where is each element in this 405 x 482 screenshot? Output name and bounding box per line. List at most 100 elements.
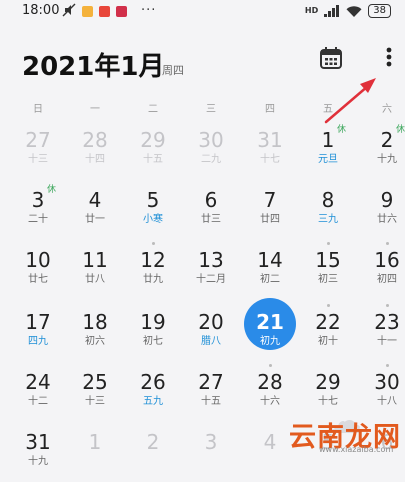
lunar-label: 初七 [143, 336, 163, 347]
status-time: 18:00 [22, 3, 60, 18]
day-cell[interactable]: 29 十五 [128, 128, 178, 180]
lunar-label: 五九 [143, 396, 163, 407]
lunar-label: 元旦 [318, 154, 338, 165]
day-cell[interactable]: 7 廿四 [245, 188, 295, 240]
lunar-label: 廿八 [85, 274, 105, 285]
day-cell[interactable]: 10 廿七 [13, 248, 63, 300]
event-dot-icon [386, 304, 389, 307]
day-number: 22 [315, 310, 341, 334]
day-cell[interactable]: 12 廿九 [128, 242, 178, 300]
lunar-label: 二九 [201, 154, 221, 165]
signal-icon [324, 2, 340, 21]
event-dot-icon [386, 364, 389, 367]
day-cell[interactable]: 8 三九 [303, 188, 353, 240]
day-cell[interactable]: 19 初七 [128, 310, 178, 362]
day-number: 1 [88, 430, 102, 454]
day-number: 13 [198, 248, 224, 272]
day-cell[interactable]: 16 初四 [362, 242, 405, 300]
day-number: 29 [315, 370, 341, 394]
day-number: 27 [198, 370, 224, 394]
battery-icon: 38 [368, 4, 391, 18]
day-cell[interactable]: 20 腊八 [186, 310, 236, 362]
lunar-label: 初十 [318, 336, 338, 347]
today-calendar-button[interactable] [318, 45, 344, 71]
watermark-url: www.xiazaiba.com [319, 445, 394, 454]
lunar-label: 十三 [28, 154, 48, 165]
day-number: 14 [257, 248, 283, 272]
day-cell[interactable]: 5 小寒 [128, 188, 178, 240]
day-number: 15 [315, 248, 341, 272]
more-notifications-icon: ··· [141, 3, 157, 18]
day-cell[interactable]: 9 廿六 [362, 188, 405, 240]
day-number: 7 [263, 188, 277, 212]
day-cell[interactable]: 30 二九 [186, 128, 236, 180]
day-cell[interactable]: 2 [128, 430, 178, 482]
weekday-header: 日一二三四五六 [0, 100, 405, 116]
more-options-button[interactable] [378, 44, 400, 70]
lunar-label: 廿七 [28, 274, 48, 285]
lunar-label: 初三 [318, 274, 338, 285]
month-title[interactable]: 2021年1月 [22, 46, 164, 83]
day-number: 28 [257, 370, 283, 394]
lunar-label: 十四 [85, 154, 105, 165]
network-type: HD [304, 6, 319, 15]
weekday-label: 六 [382, 104, 392, 115]
lunar-label: 廿六 [377, 214, 397, 225]
day-number: 21 [256, 310, 284, 334]
day-number: 24 [25, 370, 51, 394]
day-number: 2 [146, 430, 160, 454]
day-cell[interactable]: 25 十三 [70, 370, 120, 422]
event-dot-icon [386, 242, 389, 245]
weekday-label: 四 [265, 104, 275, 115]
day-cell[interactable]: 17 四九 [13, 310, 63, 362]
day-number: 16 [374, 248, 400, 272]
lunar-label: 十五 [201, 396, 221, 407]
day-cell[interactable]: 23 十一 [362, 304, 405, 362]
day-cell[interactable]: 15 初三 [303, 242, 353, 300]
lunar-label: 十二 [28, 396, 48, 407]
day-cell[interactable]: 31 十九 [13, 430, 63, 482]
lunar-label: 初四 [377, 274, 397, 285]
day-cell[interactable]: 1 [70, 430, 120, 482]
day-cell[interactable]: 2 十九休 [362, 125, 405, 180]
day-cell[interactable]: 3 [186, 430, 236, 482]
day-number: 5 [146, 188, 160, 212]
lunar-label: 初二 [260, 274, 280, 285]
day-number: 6 [204, 188, 218, 212]
day-cell[interactable]: 4 廿一 [70, 188, 120, 240]
day-cell[interactable]: 14 初二 [245, 248, 295, 300]
news-app-icon [99, 5, 110, 17]
lunar-label: 十七 [260, 154, 280, 165]
day-cell[interactable]: 28 十四 [70, 128, 120, 180]
day-cell[interactable]: 18 初六 [70, 310, 120, 362]
day-cell[interactable]: 27 十三 [13, 128, 63, 180]
lunar-label: 廿一 [85, 214, 105, 225]
day-cell[interactable]: 31 十七 [245, 128, 295, 180]
day-cell[interactable]: 22 初十 [303, 304, 353, 362]
day-cell[interactable]: 11 廿八 [70, 248, 120, 300]
day-cell-today[interactable]: 21 初九 [245, 310, 295, 362]
day-cell[interactable]: 27 十五 [186, 370, 236, 422]
lunar-label: 四九 [28, 336, 48, 347]
day-number: 9 [380, 188, 394, 212]
lunar-label: 十五 [143, 154, 163, 165]
day-number: 26 [140, 370, 166, 394]
lunar-label: 十九 [377, 154, 397, 165]
day-cell[interactable]: 1 元旦休 [303, 125, 353, 180]
day-cell[interactable]: 13 十二月 [186, 248, 236, 300]
event-dot-icon [327, 242, 330, 245]
lunar-label: 初九 [260, 336, 280, 347]
day-number: 17 [25, 310, 51, 334]
system-status: HD 38 [305, 3, 391, 19]
day-cell[interactable]: 24 十二 [13, 370, 63, 422]
day-number: 28 [82, 128, 108, 152]
day-number: 31 [257, 128, 283, 152]
lunar-label: 小寒 [143, 214, 163, 225]
day-number: 19 [140, 310, 166, 334]
day-cell[interactable]: 3 二十休 [13, 185, 63, 240]
current-weekday: 周四 [162, 64, 184, 77]
day-cell[interactable]: 6 廿三 [186, 188, 236, 240]
day-number: 12 [140, 248, 166, 272]
day-cell[interactable]: 26 五九 [128, 370, 178, 422]
lunar-label: 初六 [85, 336, 105, 347]
